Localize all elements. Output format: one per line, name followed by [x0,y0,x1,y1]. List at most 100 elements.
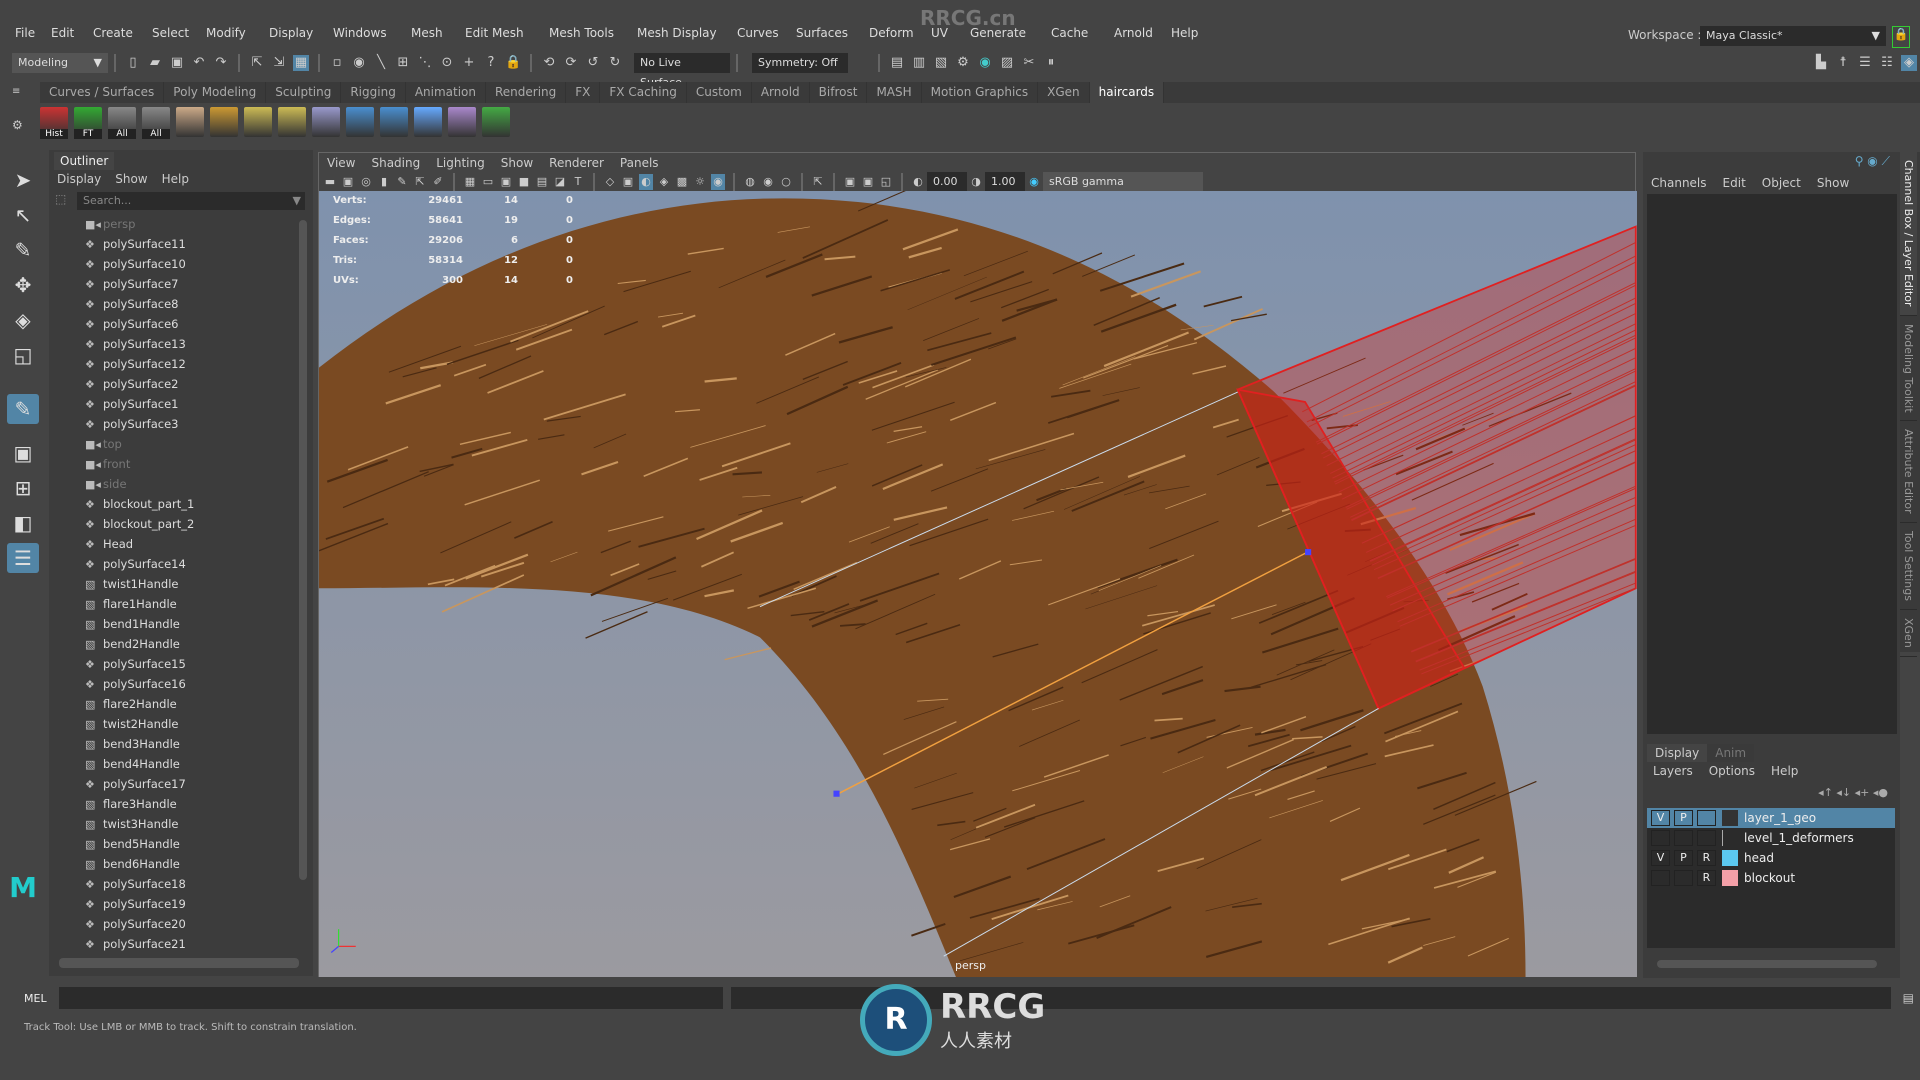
shelf-tab[interactable]: Arnold [752,82,810,103]
viewport-tool-icon[interactable]: ▣ [843,174,857,190]
viewport-scene[interactable] [319,191,1637,977]
snap-view-icon[interactable]: ⊞ [395,55,411,71]
select-component-icon[interactable]: ▦ [293,55,309,71]
viewport-tool-icon[interactable]: ◉ [761,174,775,190]
outliner-item[interactable]: ❖ polySurface2 [49,374,299,394]
freeze-transform-icon[interactable]: FT [74,107,102,139]
symmetry-dropdown[interactable]: Symmetry: Off [752,53,848,73]
outliner-item[interactable]: ❖ polySurface3 [49,414,299,434]
channel-menu-channels[interactable]: Channels [1651,176,1707,190]
arnold-render-icon[interactable]: ▨ [999,55,1015,71]
layer-v-toggle[interactable] [1651,830,1670,846]
rotate-tool-icon[interactable]: ◈ [7,305,39,335]
layer-row[interactable]: Rblockout [1647,868,1895,888]
shelf-tab[interactable]: XGen [1038,82,1090,103]
viewport-tool-icon[interactable]: ▤ [535,174,549,190]
outliner-item[interactable]: ❖ Head [49,534,299,554]
shelf-tab[interactable]: Rendering [486,82,567,103]
shelf-tab[interactable]: haircards [1089,82,1165,103]
viewport-tool-icon[interactable]: ✐ [431,174,445,190]
modeling-toolkit-icon[interactable]: ▙ [1813,55,1829,71]
command-language[interactable]: MEL [24,992,47,1005]
outliner-item[interactable]: ▧ twist1Handle [49,574,299,594]
side-tab[interactable]: Tool Settings [1900,523,1917,610]
viewport-tool-icon[interactable]: ▩ [675,174,689,190]
exposure-field[interactable]: 0.00 [927,172,967,192]
outliner-item[interactable]: ▧ bend4Handle [49,754,299,774]
viewport-tool-icon[interactable]: ■ [517,174,531,190]
unlock-pivot-icon[interactable] [278,107,306,137]
shelf-tab[interactable]: Motion Graphics [922,82,1039,103]
menu-curves[interactable]: Curves [737,26,779,40]
outliner-item[interactable]: ▧ flare3Handle [49,794,299,814]
shelf-tab[interactable]: Sculpting [266,82,342,103]
channel-menu-show[interactable]: Show [1817,176,1849,190]
viewport-tool-icon[interactable]: ◪ [553,174,567,190]
hypershade-icon[interactable]: ◉ [977,55,993,71]
menu-modify[interactable]: Modify [206,26,246,40]
menu-mesh-display[interactable]: Mesh Display [637,26,717,40]
human-ik-icon[interactable]: ☨ [1835,55,1851,71]
layer-color-swatch[interactable] [1722,850,1738,866]
attribute-editor-icon[interactable]: ☰ [1857,55,1873,71]
outliner-item[interactable]: ▧ flare2Handle [49,694,299,714]
curve-tool-icon[interactable] [312,107,340,137]
grid-icon[interactable] [210,107,238,137]
viewport-tool-icon[interactable]: ▮ [377,174,391,190]
help-icon[interactable]: ? [483,55,499,71]
outliner-menu-display[interactable]: Display [57,172,101,186]
layer-v-toggle[interactable]: V [1651,810,1670,826]
viewport-tool-icon[interactable]: ▦ [463,174,477,190]
viewport-menu-show[interactable]: Show [501,156,533,170]
handle-point[interactable] [1305,549,1312,556]
shelf-tab[interactable]: Poly Modeling [164,82,267,103]
color-management-toggle-icon[interactable]: ◉ [1027,174,1041,190]
layer-p-toggle[interactable]: P [1674,810,1693,826]
outliner-item[interactable]: ▧ bend1Handle [49,614,299,634]
menu-help[interactable]: Help [1171,26,1198,40]
menu-cache[interactable]: Cache [1051,26,1088,40]
viewport-tool-icon[interactable]: ▣ [621,174,635,190]
side-tab[interactable]: Attribute Editor [1900,421,1917,523]
outliner-item[interactable]: ❖ blockout_part_2 [49,514,299,534]
viewport-tool-icon[interactable]: ▣ [861,174,875,190]
color-space-dropdown[interactable]: sRGB gamma [1043,172,1203,192]
outliner-item[interactable]: ❖ polySurface12 [49,354,299,374]
snap-pivot-icon[interactable]: ⊙ [439,55,455,71]
plus-icon[interactable]: + [461,55,477,71]
menu-select[interactable]: Select [152,26,189,40]
side-tab[interactable]: Modeling Toolkit [1900,316,1917,422]
lock-pivot-icon[interactable] [244,107,272,137]
viewport-tool-icon[interactable]: ⇱ [413,174,427,190]
outliner-item[interactable]: ▧ twist3Handle [49,814,299,834]
render-frame-icon[interactable]: ▥ [911,55,927,71]
snap-surface-icon[interactable]: ⋱ [417,55,433,71]
outliner-item[interactable]: ❖ polySurface1 [49,394,299,414]
viewport-menu-renderer[interactable]: Renderer [549,156,604,170]
outliner-item[interactable]: ❖ polySurface17 [49,774,299,794]
outliner-item[interactable]: ▧ flare1Handle [49,594,299,614]
viewport-menu-view[interactable]: View [327,156,355,170]
select-object-icon[interactable]: ⇲ [271,55,287,71]
layer-tab-anim[interactable]: Anim [1707,744,1755,762]
live-surface-field[interactable]: No Live Surface [634,53,730,89]
scale-tool-icon[interactable]: ◱ [7,340,39,370]
viewport-menu-shading[interactable]: Shading [371,156,420,170]
layer-p-toggle[interactable]: P [1674,850,1693,866]
outliner-item[interactable]: ❖ polySurface20 [49,914,299,934]
outliner-menu-show[interactable]: Show [115,172,147,186]
outliner-item[interactable]: ■◂ front [49,454,299,474]
viewport-tool-icon[interactable]: T [571,174,585,190]
shelf-menu-icon[interactable]: ≡ [12,86,20,97]
render-view-icon[interactable]: ▤ [889,55,905,71]
layer-color-swatch[interactable] [1722,810,1738,826]
bevel-icon[interactable] [380,107,408,137]
shelf-tab[interactable]: FX Caching [600,82,687,103]
layer-color-swatch[interactable] [1722,830,1738,846]
shelf-tab[interactable]: Curves / Surfaces [40,82,165,103]
viewport-tool-icon[interactable]: ⇱ [811,174,825,190]
viewport-tool-icon[interactable]: ◐ [639,174,653,190]
outliner-item[interactable]: ❖ polySurface15 [49,654,299,674]
outliner-layout-icon[interactable]: ☰ [7,543,39,573]
viewport-tool-icon[interactable]: ◉ [711,174,725,190]
